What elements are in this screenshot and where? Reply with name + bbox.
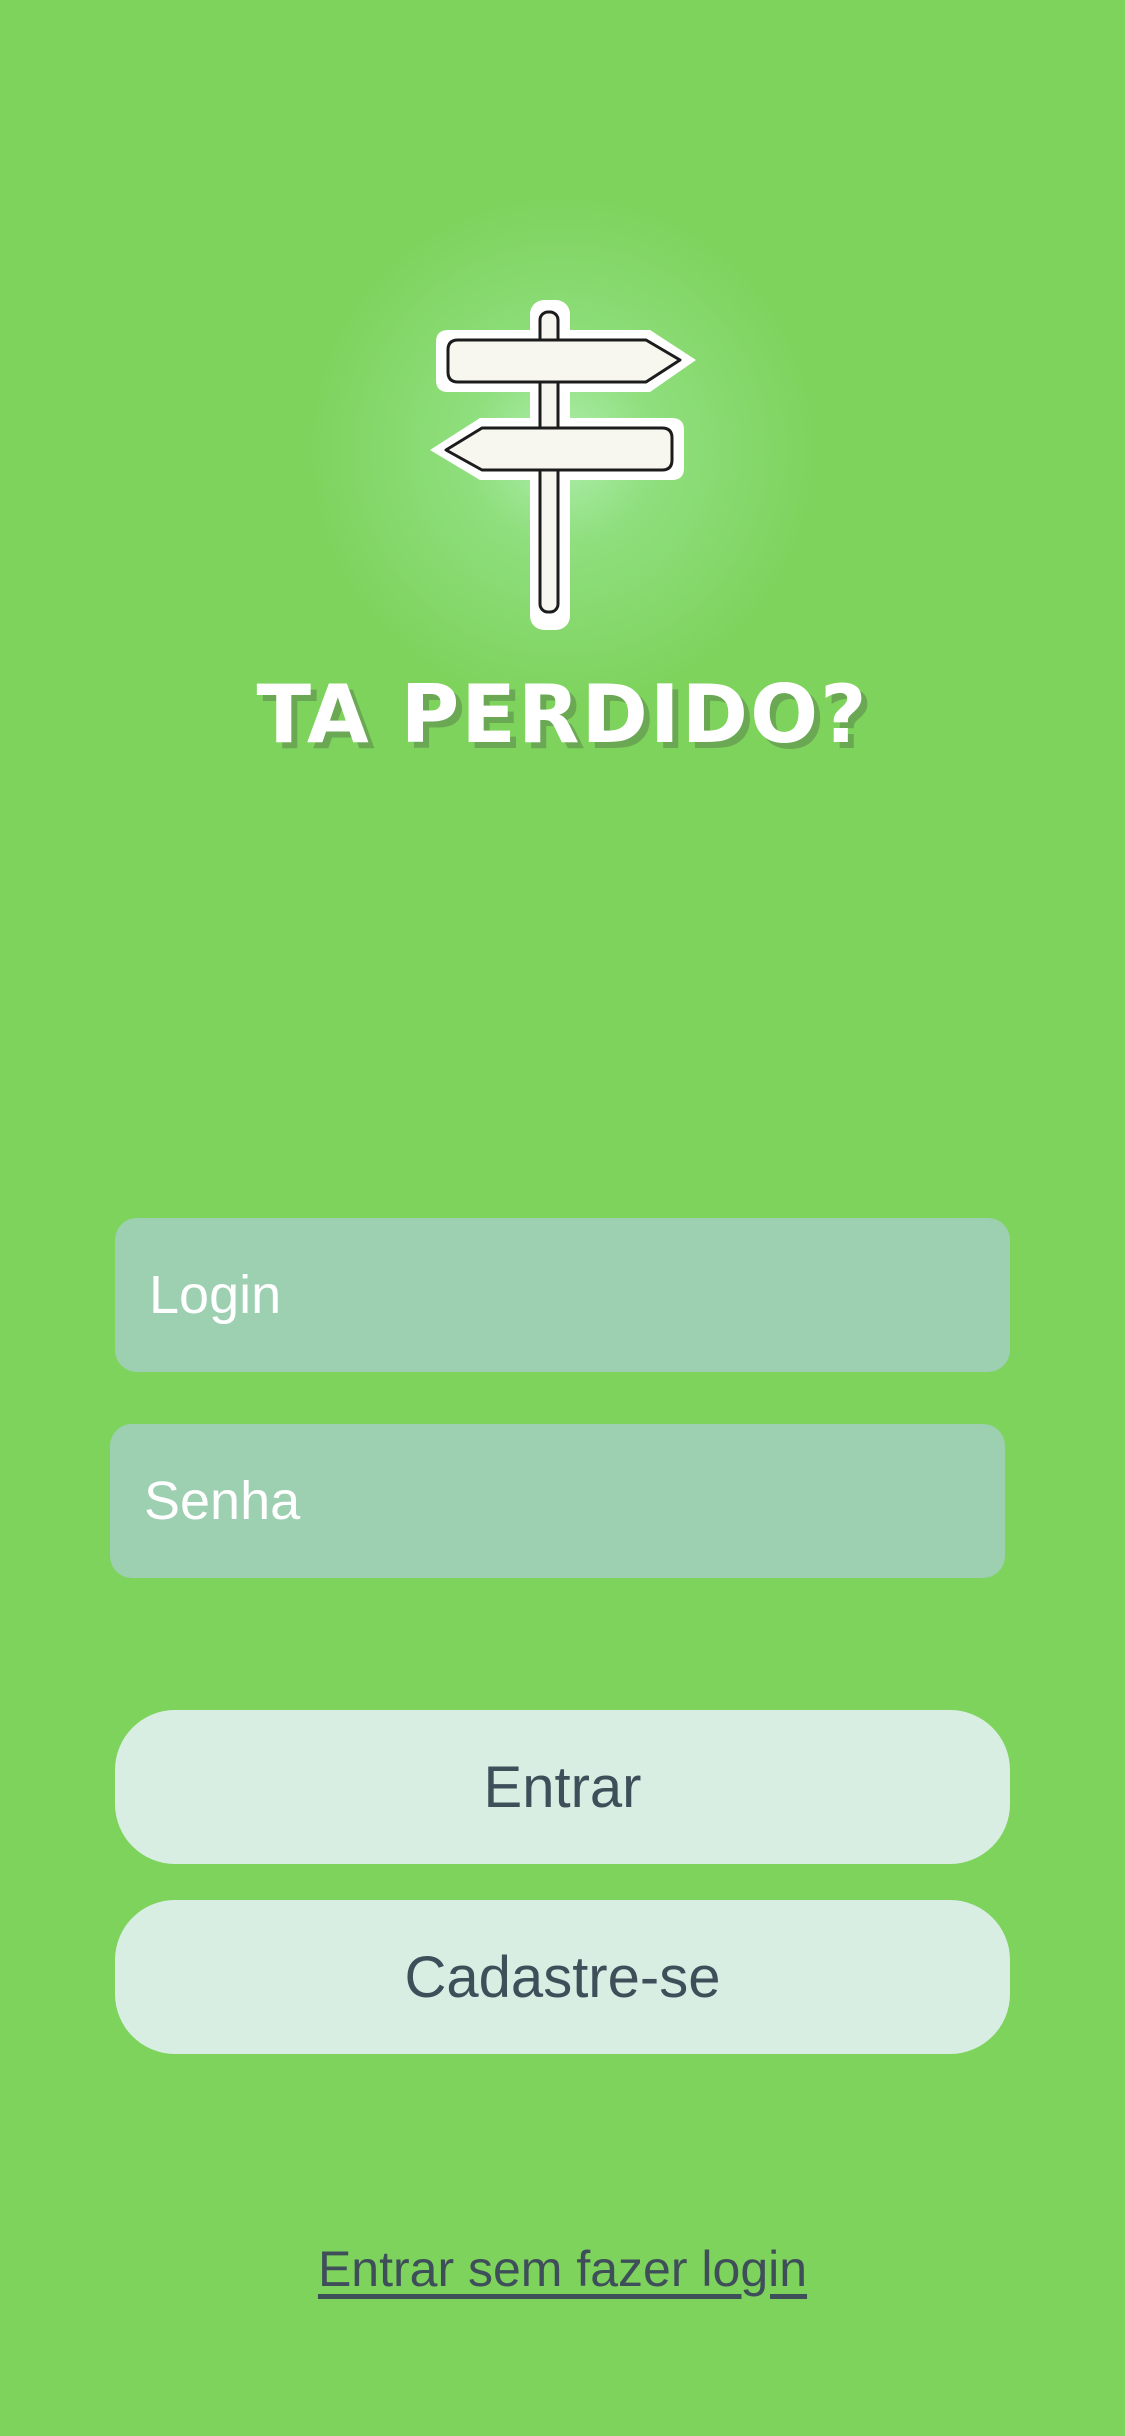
signup-button[interactable]: Cadastre-se — [115, 1900, 1010, 2054]
password-field[interactable] — [110, 1424, 1005, 1578]
login-input[interactable] — [149, 1218, 1010, 1372]
password-input[interactable] — [144, 1424, 1005, 1578]
signpost-icon — [430, 300, 696, 630]
app-title: TA PERDIDO? — [256, 668, 869, 761]
login-button[interactable]: Entrar — [115, 1710, 1010, 1864]
login-field[interactable] — [115, 1218, 1010, 1372]
guest-login-link[interactable]: Entrar sem fazer login — [0, 2240, 1125, 2298]
